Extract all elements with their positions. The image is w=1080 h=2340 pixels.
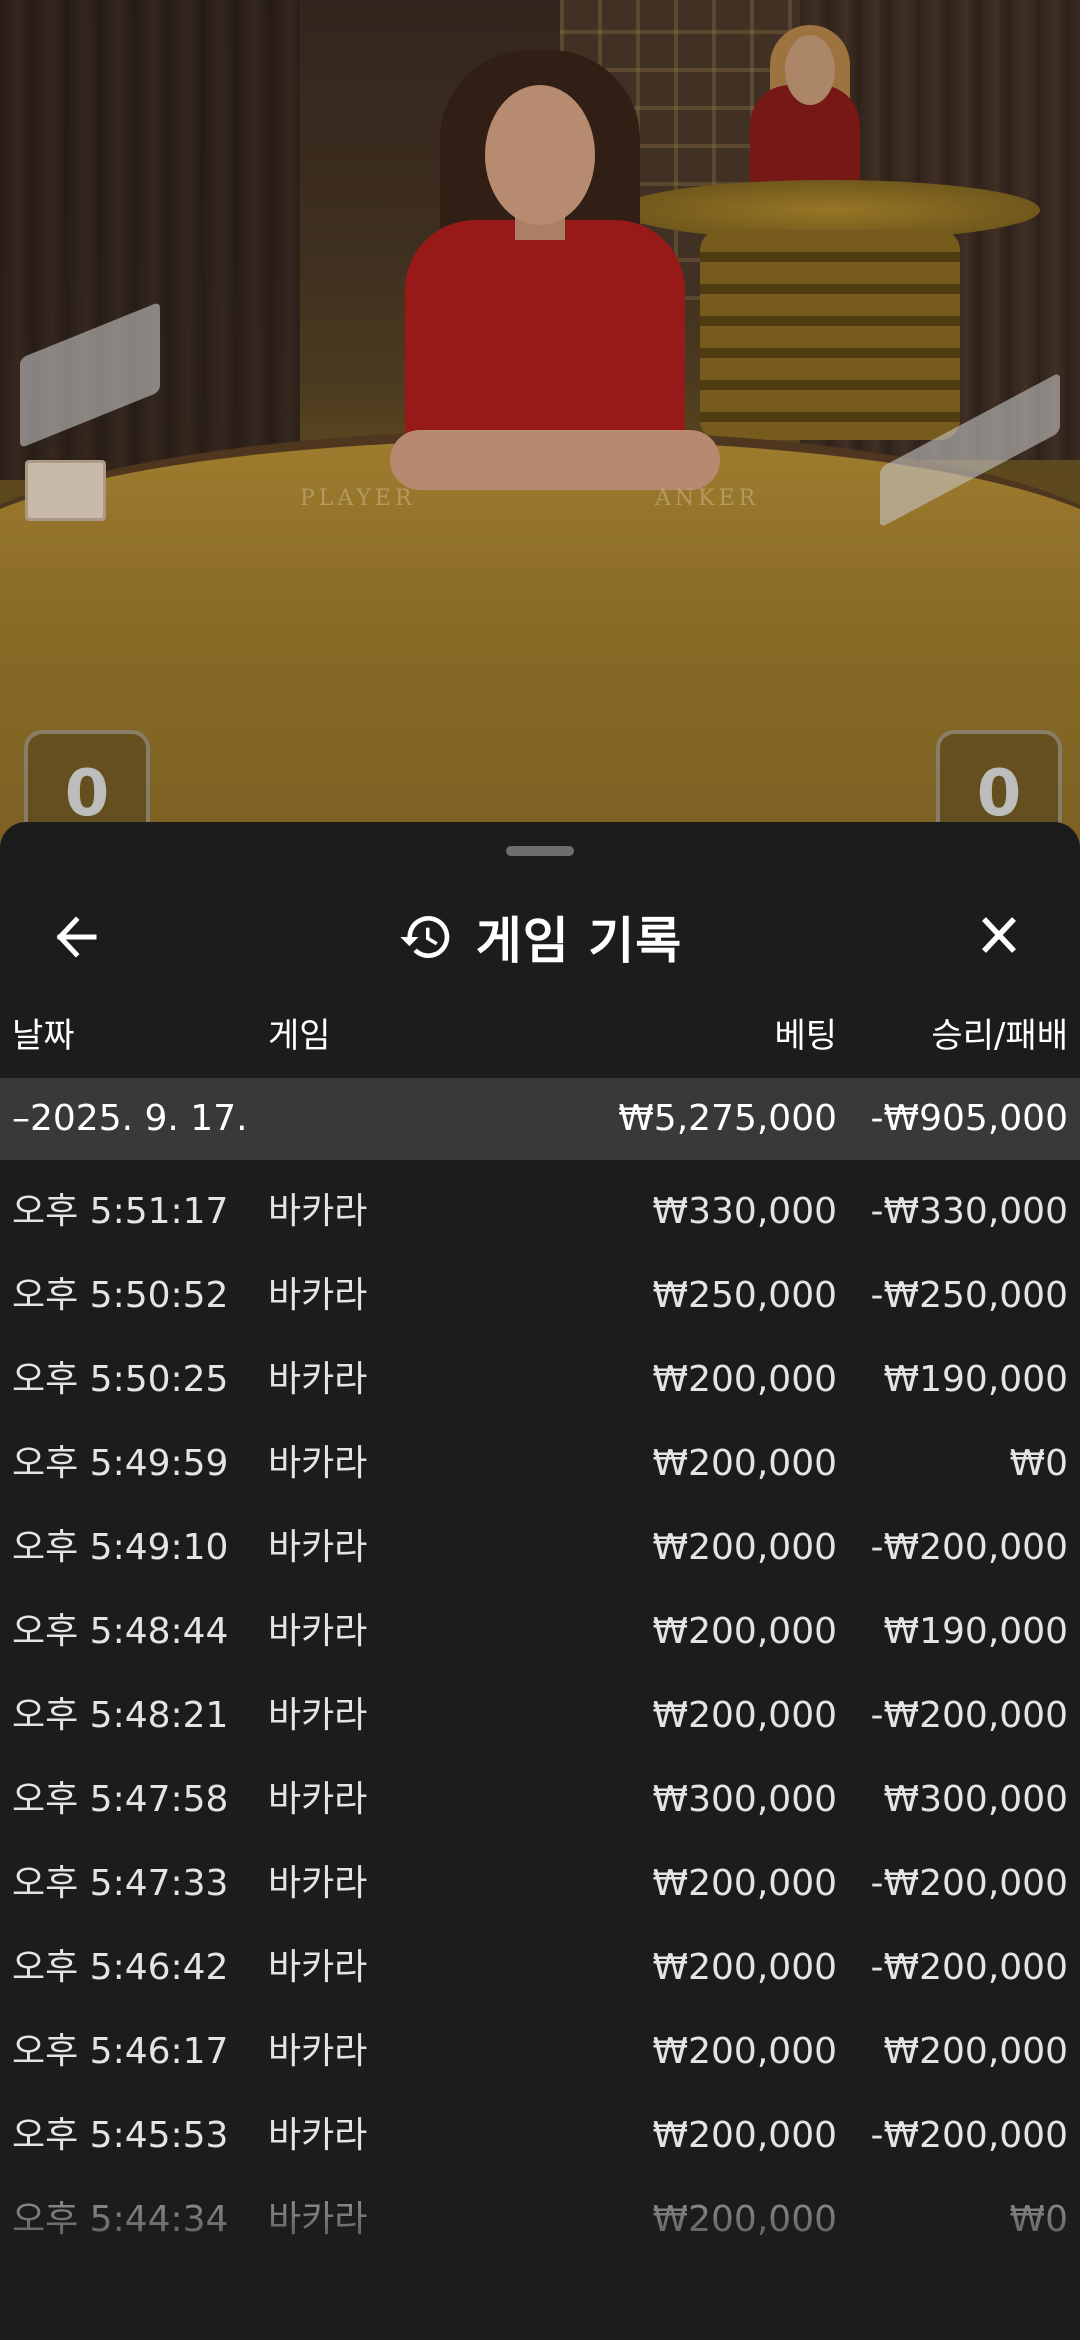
row-time: 오후 5:47:33 <box>12 1863 229 1904</box>
row-bet: ₩200,000 <box>652 1695 837 1736</box>
column-header-result[interactable]: 승리/패배 <box>931 1008 1068 1057</box>
column-header-game[interactable]: 게임 <box>268 1008 331 1057</box>
group-date: –2025. 9. 17. <box>12 1098 248 1139</box>
table-row[interactable]: 오후 5:48:44 바카라 ₩200,000 ₩190,000 <box>0 1590 1080 1674</box>
history-list: 오후 5:51:17 바카라 ₩330,000 -₩330,000 오후 5:5… <box>0 1170 1080 2262</box>
row-result: -₩250,000 <box>870 1275 1068 1316</box>
row-bet: ₩200,000 <box>652 1863 837 1904</box>
row-game: 바카라 <box>268 1695 368 1736</box>
row-game: 바카라 <box>268 2115 368 2156</box>
row-game: 바카라 <box>268 1863 368 1904</box>
row-time: 오후 5:50:52 <box>12 1275 229 1316</box>
date-group-header[interactable]: –2025. 9. 17. ₩5,275,000 -₩905,000 <box>0 1078 1080 1160</box>
row-bet: ₩200,000 <box>652 2115 837 2156</box>
row-result: ₩200,000 <box>883 2031 1068 2072</box>
row-game: 바카라 <box>268 1275 368 1316</box>
table-row[interactable]: 오후 5:51:17 바카라 ₩330,000 -₩330,000 <box>0 1170 1080 1254</box>
row-result: -₩330,000 <box>870 1191 1068 1232</box>
table-row[interactable]: 오후 5:45:53 바카라 ₩200,000 -₩200,000 <box>0 2094 1080 2178</box>
row-bet: ₩330,000 <box>652 1191 837 1232</box>
row-game: 바카라 <box>268 1527 368 1568</box>
row-result: -₩200,000 <box>870 1527 1068 1568</box>
row-result: -₩200,000 <box>870 1947 1068 1988</box>
group-total-bet: ₩5,275,000 <box>618 1098 837 1139</box>
column-header-date[interactable]: 날짜 <box>12 1008 75 1057</box>
row-time: 오후 5:49:59 <box>12 1443 229 1484</box>
table-row[interactable]: 오후 5:46:42 바카라 ₩200,000 -₩200,000 <box>0 1926 1080 2010</box>
row-time: 오후 5:48:44 <box>12 1611 229 1652</box>
row-game: 바카라 <box>268 2031 368 2072</box>
row-bet: ₩200,000 <box>652 2031 837 2072</box>
table-row[interactable]: 오후 5:50:25 바카라 ₩200,000 ₩190,000 <box>0 1338 1080 1422</box>
row-result: -₩200,000 <box>870 1695 1068 1736</box>
table-row[interactable]: 오후 5:47:58 바카라 ₩300,000 ₩300,000 <box>0 1758 1080 1842</box>
back-button[interactable] <box>48 907 114 967</box>
history-icon <box>400 916 450 958</box>
row-bet: ₩200,000 <box>652 1359 837 1400</box>
table-row[interactable]: 오후 5:48:21 바카라 ₩200,000 -₩200,000 <box>0 1674 1080 1758</box>
row-time: 오후 5:45:53 <box>12 2115 229 2156</box>
row-time: 오후 5:46:17 <box>12 2031 229 2072</box>
row-bet: ₩300,000 <box>652 1779 837 1820</box>
sheet-header: 게임 기록 <box>0 882 1080 992</box>
row-game: 바카라 <box>268 1779 368 1820</box>
row-result: -₩200,000 <box>870 1863 1068 1904</box>
arrow-left-icon <box>56 916 97 958</box>
row-result: ₩300,000 <box>883 1779 1068 1820</box>
sheet-drag-handle[interactable] <box>506 846 574 856</box>
live-video-feed: PLAYER ANKER 0 0 <box>0 0 1080 860</box>
row-result: ₩190,000 <box>883 1611 1068 1652</box>
row-bet: ₩200,000 <box>652 1443 837 1484</box>
group-total-result: -₩905,000 <box>870 1098 1068 1139</box>
table-header: 날짜 게임 베팅 승리/패배 <box>0 1008 1080 1078</box>
row-game: 바카라 <box>268 1611 368 1652</box>
row-time: 오후 5:49:10 <box>12 1527 229 1568</box>
close-button[interactable] <box>966 907 1032 967</box>
row-game: 바카라 <box>268 1947 368 1988</box>
row-bet: ₩200,000 <box>652 1947 837 1988</box>
table-row[interactable]: 오후 5:50:52 바카라 ₩250,000 -₩250,000 <box>0 1254 1080 1338</box>
table-row[interactable]: 오후 5:49:59 바카라 ₩200,000 ₩0 <box>0 1422 1080 1506</box>
page-title: 게임 기록 <box>475 912 683 970</box>
row-game: 바카라 <box>268 1359 368 1400</box>
row-time: 오후 5:50:25 <box>12 1359 229 1400</box>
table-row[interactable]: 오후 5:46:17 바카라 ₩200,000 ₩200,000 <box>0 2010 1080 2094</box>
row-bet: ₩200,000 <box>652 1611 837 1652</box>
game-history-sheet: 게임 기록 날짜 게임 베팅 승리/패배 –2025. 9. 17. ₩5,27… <box>0 822 1080 2340</box>
row-time: 오후 5:46:42 <box>12 1947 229 1988</box>
row-result: -₩200,000 <box>870 2115 1068 2156</box>
row-result: ₩190,000 <box>883 1359 1068 1400</box>
table-row[interactable]: 오후 5:47:33 바카라 ₩200,000 -₩200,000 <box>0 1842 1080 1926</box>
row-result: ₩0 <box>1009 1443 1069 1484</box>
row-game: 바카라 <box>268 1443 368 1484</box>
table-row[interactable]: 오후 5:49:10 바카라 ₩200,000 -₩200,000 <box>0 1506 1080 1590</box>
video-dim-overlay <box>0 0 1080 860</box>
row-time: 오후 5:48:21 <box>12 1695 229 1736</box>
column-header-bet[interactable]: 베팅 <box>774 1008 837 1057</box>
row-time: 오후 5:51:17 <box>12 1191 229 1232</box>
row-bet: ₩250,000 <box>652 1275 837 1316</box>
row-bet: ₩200,000 <box>652 1527 837 1568</box>
title-group: 게임 기록 <box>0 882 1080 992</box>
row-time: 오후 5:47:58 <box>12 1779 229 1820</box>
row-game: 바카라 <box>268 1191 368 1232</box>
scroll-fade-overlay <box>0 2202 1080 2340</box>
close-icon <box>981 917 1017 953</box>
